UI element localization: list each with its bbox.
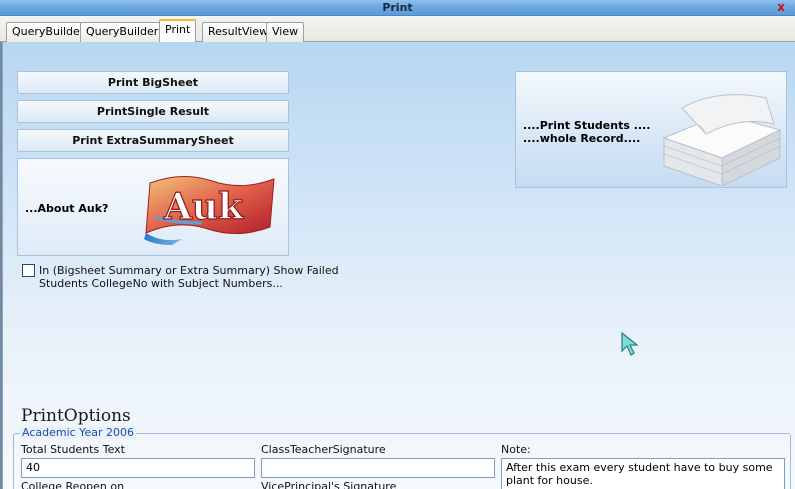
show-failed-checkbox[interactable] [22,264,35,277]
total-students-label: Total Students Text [21,443,125,456]
academic-year-legend: Academic Year 2006 [20,426,136,439]
class-teacher-signature-label: ClassTeacherSignature [261,443,386,456]
title-bar: Print x [0,0,795,16]
auk-logo-icon: Auk [144,175,275,245]
note-label: Note: [501,443,531,456]
tab-resultview[interactable]: ResultView [202,22,275,42]
close-icon[interactable]: x [777,0,785,14]
whole-record-label: ....whole Record.... [523,132,641,145]
svg-text:Auk: Auk [163,186,244,228]
print-extra-summary-button[interactable]: Print ExtraSummarySheet [17,129,289,152]
class-teacher-signature-input[interactable] [261,458,495,478]
print-students-record-button[interactable]: ....Print Students .... ....whole Record… [515,71,787,188]
vice-principal-signature-label: VicePrincipal's Signature [261,480,397,489]
about-auk-label: ...About Auk? [25,202,109,215]
college-reopen-label: College Reopen on [21,480,125,489]
total-students-input[interactable]: 40 [21,458,255,478]
print-panel: Print BigSheet PrintSingle Result Print … [2,42,795,489]
print-students-label: ....Print Students .... [523,119,651,132]
print-single-result-button[interactable]: PrintSingle Result [17,100,289,123]
print-bigsheet-button[interactable]: Print BigSheet [17,71,289,94]
window-title: Print [382,1,413,14]
tab-print[interactable]: Print [159,19,197,43]
about-auk-button[interactable]: ...About Auk? Auk [17,158,289,256]
tab-view[interactable]: View [266,22,305,42]
note-textarea[interactable]: After this exam every student have to bu… [501,458,785,489]
mouse-cursor-icon [621,331,639,356]
show-failed-label: In (Bigsheet Summary or Extra Summary) S… [39,264,339,290]
tab-querybuilder2[interactable]: QueryBuilder2 [80,22,172,42]
tab-querybuilder[interactable]: QueryBuilder [6,22,91,42]
print-options-title: PrintOptions [21,406,131,426]
paper-stack-icon [662,94,782,186]
tab-strip: QueryBuilder QueryBuilder2 Print ResultV… [0,16,795,43]
